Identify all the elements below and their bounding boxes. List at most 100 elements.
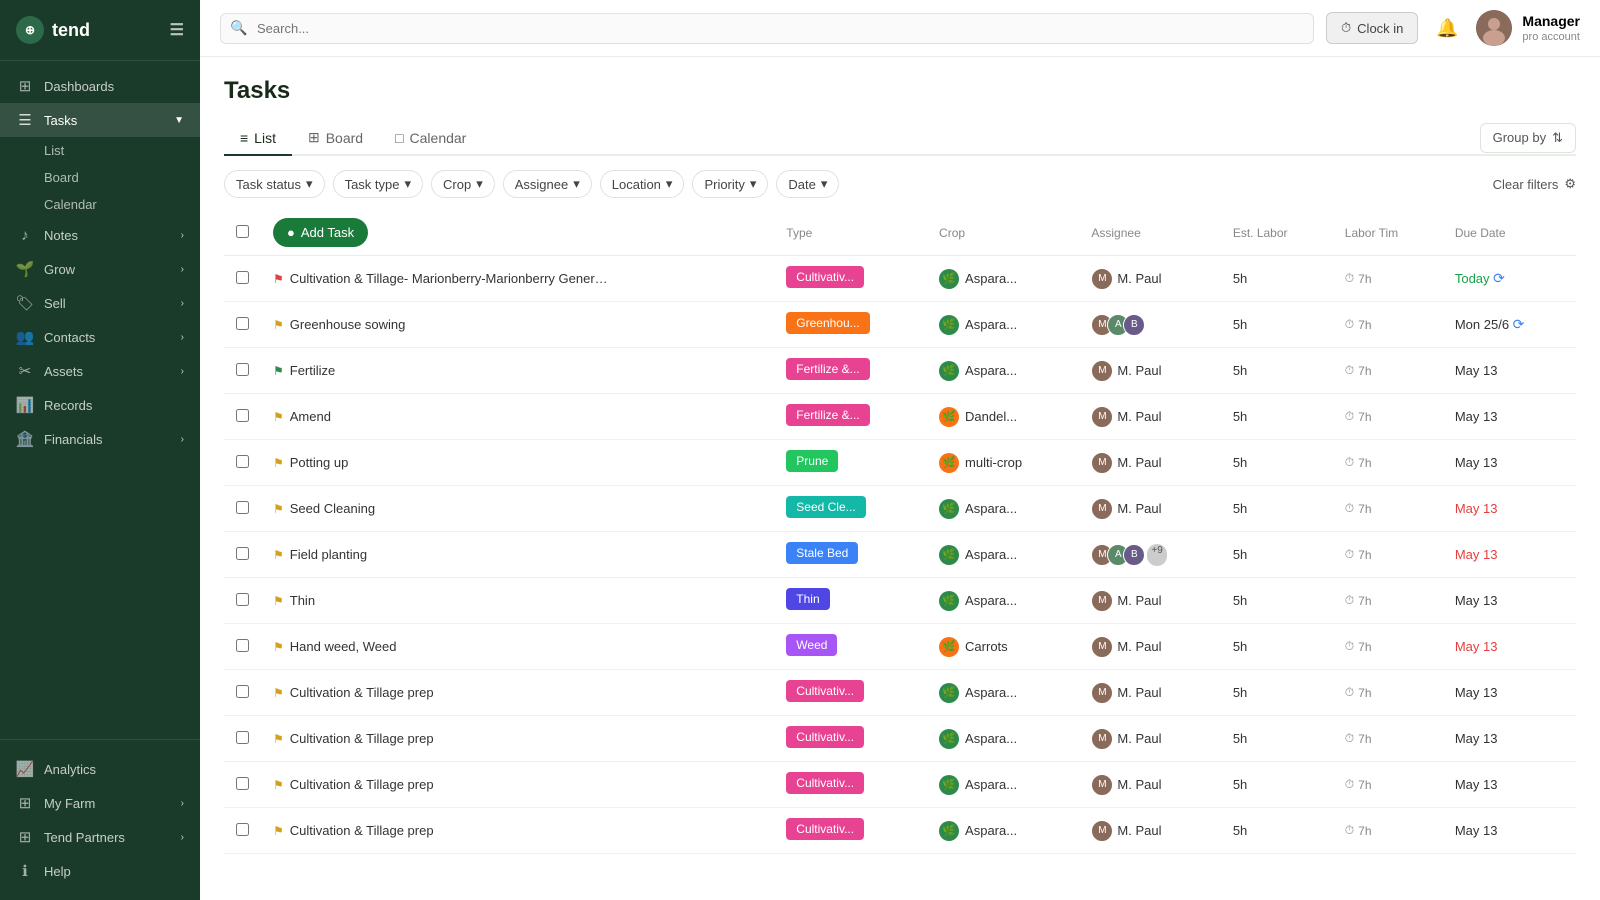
user-role: pro account <box>1522 30 1580 44</box>
row-checkbox[interactable] <box>236 639 249 652</box>
row-checkbox[interactable] <box>236 455 249 468</box>
row-checkbox[interactable] <box>236 731 249 744</box>
sidebar-item-help[interactable]: ℹ Help <box>0 854 200 888</box>
crop-info: 🌿 Aspara... <box>939 821 1067 841</box>
sidebar-item-contacts[interactable]: 👥 Contacts › <box>0 320 200 354</box>
crop-name: multi-crop <box>965 455 1022 470</box>
repeat-icon[interactable]: ⟳ <box>1513 316 1525 332</box>
crop-name: Aspara... <box>965 685 1017 700</box>
row-checkbox[interactable] <box>236 777 249 790</box>
repeat-icon[interactable]: ⟳ <box>1493 270 1505 286</box>
clock-icon: ⏱ <box>1345 455 1354 470</box>
crop-info: 🌿 Aspara... <box>939 269 1067 289</box>
sidebar-item-notes[interactable]: ♪ Notes › <box>0 218 200 252</box>
row-checkbox[interactable] <box>236 409 249 422</box>
priority-flag-icon: ⚑ <box>273 732 284 746</box>
type-badge: Thin <box>786 588 829 610</box>
row-checkbox[interactable] <box>236 823 249 836</box>
clock-in-button[interactable]: ⏱ Clock in <box>1326 12 1418 44</box>
task-tbody: ⚑ Cultivation & Tillage- Marionberry-Mar… <box>224 256 1576 854</box>
filter-task-status[interactable]: Task status ▾ <box>224 170 325 198</box>
sidebar-item-sell[interactable]: 🏷 Sell › <box>0 286 200 320</box>
labor-time-cell: ⏱ 7h <box>1333 302 1443 348</box>
row-checkbox[interactable] <box>236 363 249 376</box>
table-row: ⚑ Potting up Prune 🌿 multi-crop M M. Pau… <box>224 440 1576 486</box>
labor-time-value: ⏱ 7h <box>1345 777 1431 792</box>
row-checkbox[interactable] <box>236 317 249 330</box>
sidebar-item-analytics[interactable]: 📈 Analytics <box>0 752 200 786</box>
tab-calendar[interactable]: □ Calendar <box>379 121 482 156</box>
row-checkbox-cell <box>224 578 261 624</box>
type-badge: Cultivativ... <box>786 818 864 840</box>
assignee-avatar: B <box>1123 544 1145 566</box>
due-date-cell: Today ⟳ <box>1443 256 1576 302</box>
clear-filters-button[interactable]: Clear filters ⚙ <box>1493 176 1576 192</box>
sidebar-item-tasks[interactable]: ☰ Tasks ▼ <box>0 103 200 137</box>
task-name: ⚑ Amend <box>273 409 762 424</box>
row-checkbox-cell <box>224 716 261 762</box>
sidebar-item-assets[interactable]: ✂ Assets › <box>0 354 200 388</box>
assignee-avatar: M <box>1091 406 1113 428</box>
row-checkbox-cell <box>224 762 261 808</box>
row-checkbox[interactable] <box>236 593 249 606</box>
crop-cell: 🌿 Aspara... <box>927 302 1079 348</box>
sidebar-item-label: Financials <box>44 432 103 447</box>
row-checkbox[interactable] <box>236 501 249 514</box>
due-date-value: May 13 <box>1455 547 1498 562</box>
task-name-cell: ⚑ Greenhouse sowing <box>261 302 774 348</box>
user-profile[interactable]: Manager pro account <box>1476 10 1580 46</box>
assignee-cell: M M. Paul <box>1091 682 1208 704</box>
type-badge: Cultivativ... <box>786 726 864 748</box>
task-name: ⚑ Greenhouse sowing <box>273 317 762 332</box>
task-table: ● Add Task Type Crop Assignee Est. Labor… <box>224 210 1576 854</box>
filter-priority[interactable]: Priority ▾ <box>692 170 768 198</box>
search-input[interactable] <box>220 13 1314 44</box>
due-date-value: May 13 <box>1455 593 1498 608</box>
type-badge: Stale Bed <box>786 542 858 564</box>
clock-icon: ⏱ <box>1345 547 1354 562</box>
sidebar-item-label: Records <box>44 398 92 413</box>
assignee-name: M. Paul <box>1117 593 1161 608</box>
type-badge: Greenhou... <box>786 312 869 334</box>
group-by-button[interactable]: Group by ⇅ <box>1480 123 1576 153</box>
sidebar-subitem-board[interactable]: Board <box>0 164 200 191</box>
records-icon: 📊 <box>16 396 34 414</box>
type-badge: Weed <box>786 634 837 656</box>
task-name-text: Greenhouse sowing <box>290 317 406 332</box>
est-labor-cell: 5h <box>1221 624 1333 670</box>
filter-location[interactable]: Location ▾ <box>600 170 685 198</box>
row-checkbox[interactable] <box>236 271 249 284</box>
clock-icon: ⏱ <box>1345 777 1354 792</box>
notification-bell-icon[interactable]: 🔔 <box>1430 11 1464 45</box>
hamburger-icon[interactable]: ☰ <box>170 20 184 40</box>
avatar <box>1476 10 1512 46</box>
sidebar-item-financials[interactable]: 🏦 Financials › <box>0 422 200 456</box>
crop-cell: 🌿 Aspara... <box>927 670 1079 716</box>
sidebar-item-my-farm[interactable]: ⊞ My Farm › <box>0 786 200 820</box>
filter-date[interactable]: Date ▾ <box>776 170 839 198</box>
sidebar-subitem-calendar[interactable]: Calendar <box>0 191 200 218</box>
crop-icon: 🌿 <box>939 729 959 749</box>
crop-icon: 🌿 <box>939 315 959 335</box>
group-by-label: Group by <box>1493 130 1546 145</box>
sidebar-subitem-list[interactable]: List <box>0 137 200 164</box>
clock-icon: ⏱ <box>1345 501 1354 516</box>
filter-task-type[interactable]: Task type ▾ <box>333 170 423 198</box>
sidebar-item-tend-partners[interactable]: ⊞ Tend Partners › <box>0 820 200 854</box>
labor-time-value: ⏱ 7h <box>1345 409 1431 424</box>
tab-list[interactable]: ≡ List <box>224 121 292 156</box>
row-checkbox[interactable] <box>236 685 249 698</box>
tab-board[interactable]: ⊞ Board <box>292 121 379 156</box>
filter-crop[interactable]: Crop ▾ <box>431 170 495 198</box>
add-task-button[interactable]: ● Add Task <box>273 218 368 247</box>
col-checkbox <box>224 210 261 256</box>
topbar: 🔍 ⏱ Clock in 🔔 Manager pro account <box>200 0 1600 57</box>
sidebar-item-grow[interactable]: 🌱 Grow › <box>0 252 200 286</box>
sidebar-item-dashboards[interactable]: ⊞ Dashboards <box>0 69 200 103</box>
select-all-checkbox[interactable] <box>236 225 249 238</box>
clock-icon: ⏱ <box>1345 685 1354 700</box>
row-checkbox[interactable] <box>236 547 249 560</box>
sidebar-item-records[interactable]: 📊 Records <box>0 388 200 422</box>
labor-time-value: ⏱ 7h <box>1345 363 1431 378</box>
filter-assignee[interactable]: Assignee ▾ <box>503 170 592 198</box>
